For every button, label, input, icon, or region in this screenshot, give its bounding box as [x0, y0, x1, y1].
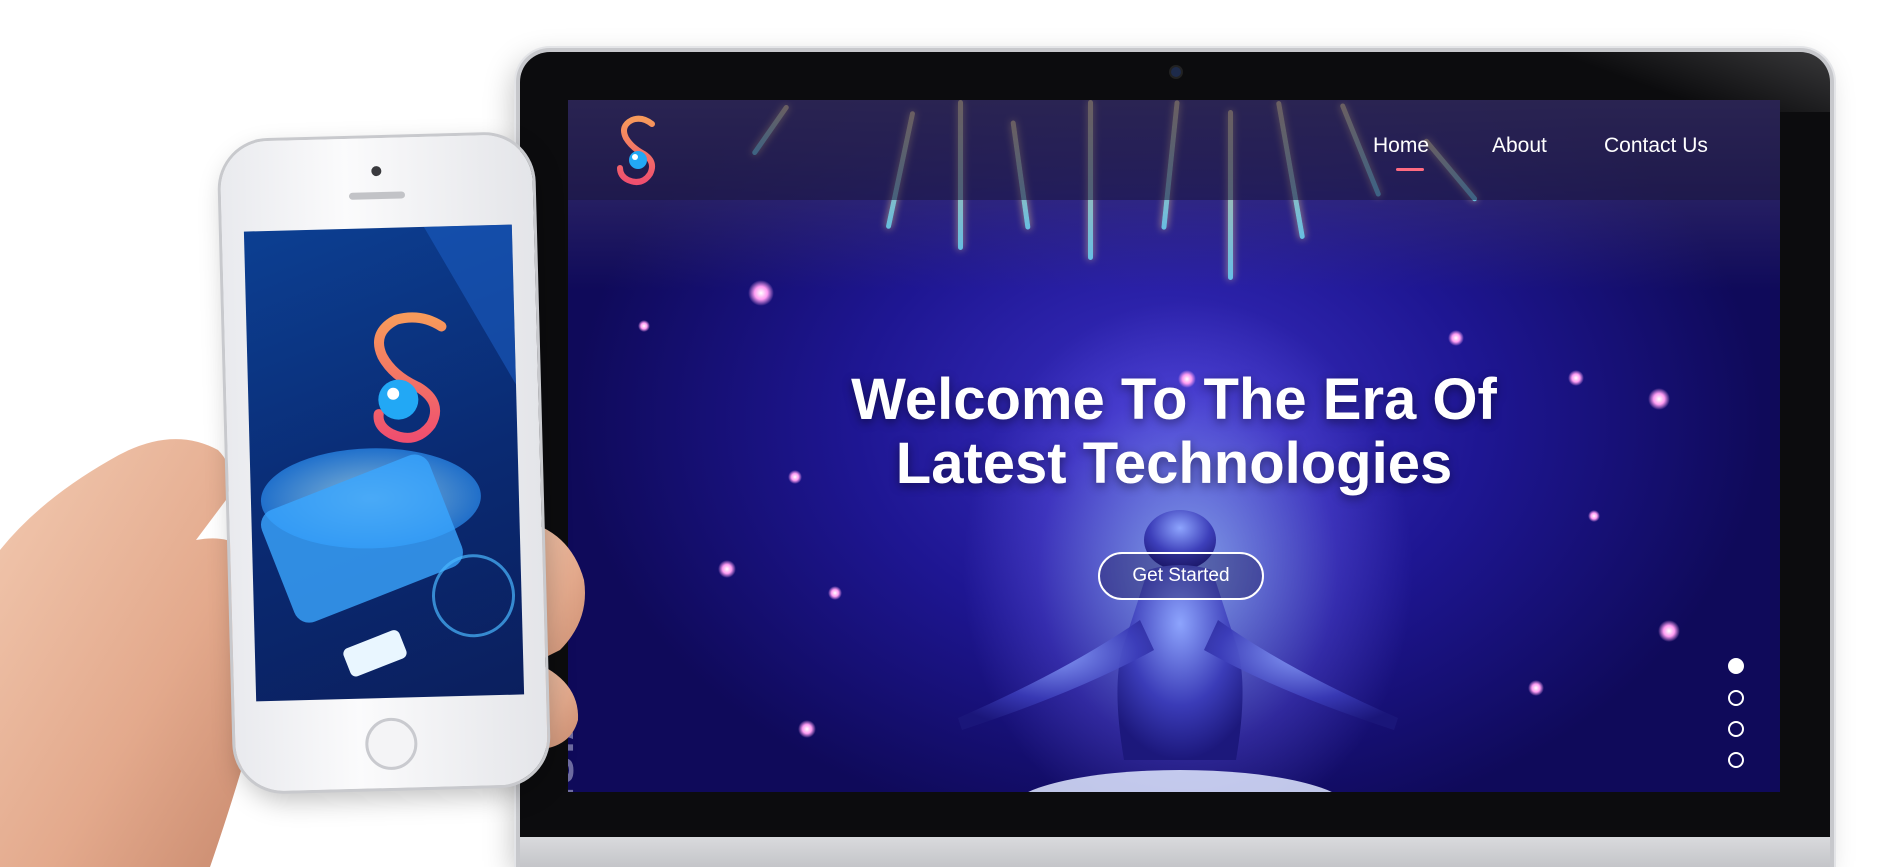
smartphone	[219, 134, 549, 792]
phone-screen-splash	[243, 224, 525, 702]
slider-dot-2[interactable]	[1728, 690, 1744, 706]
sparkle	[1528, 680, 1544, 696]
nav-home[interactable]: Home	[1373, 134, 1429, 158]
hero-title-line-1: Welcome To The Era Of	[851, 367, 1497, 432]
sparkle	[718, 560, 736, 578]
hero-title-line-2: Latest Technologies	[895, 431, 1453, 496]
s-logo-icon[interactable]	[612, 114, 662, 188]
sparkle	[1448, 330, 1464, 346]
monitor-chin	[520, 837, 1830, 867]
slider-dot-3[interactable]	[1728, 721, 1744, 737]
slider-dot-1[interactable]	[1728, 658, 1744, 674]
apple-logo-icon	[1162, 845, 1186, 867]
slider-dots	[1728, 658, 1748, 768]
nav-active-indicator	[1396, 168, 1424, 171]
phone-front-camera	[371, 165, 382, 177]
slider-dot-4[interactable]	[1728, 752, 1744, 768]
webcam	[1171, 67, 1181, 77]
top-navbar: Home About Contact Us	[568, 100, 1780, 200]
phone-home-button[interactable]	[364, 717, 419, 771]
phone-splash-illustration	[260, 224, 516, 677]
website-screen: Home About Contact Us Welcome To The Era…	[568, 100, 1780, 792]
get-started-button[interactable]: Get Started	[1098, 552, 1264, 600]
sparkle	[828, 586, 842, 600]
sparkle	[1648, 388, 1670, 410]
phone-speaker	[348, 191, 406, 200]
nav-contact[interactable]: Contact Us	[1604, 134, 1708, 158]
sparkle	[798, 720, 816, 738]
sparkle	[638, 320, 650, 332]
desktop-monitor: Home About Contact Us Welcome To The Era…	[520, 52, 1830, 867]
sparkle	[1658, 620, 1680, 642]
hero-title: Welcome To The Era Of Latest Technologie…	[708, 368, 1640, 496]
nav-about[interactable]: About	[1492, 134, 1547, 158]
sparkle	[748, 280, 774, 306]
sparkle	[1588, 510, 1600, 522]
